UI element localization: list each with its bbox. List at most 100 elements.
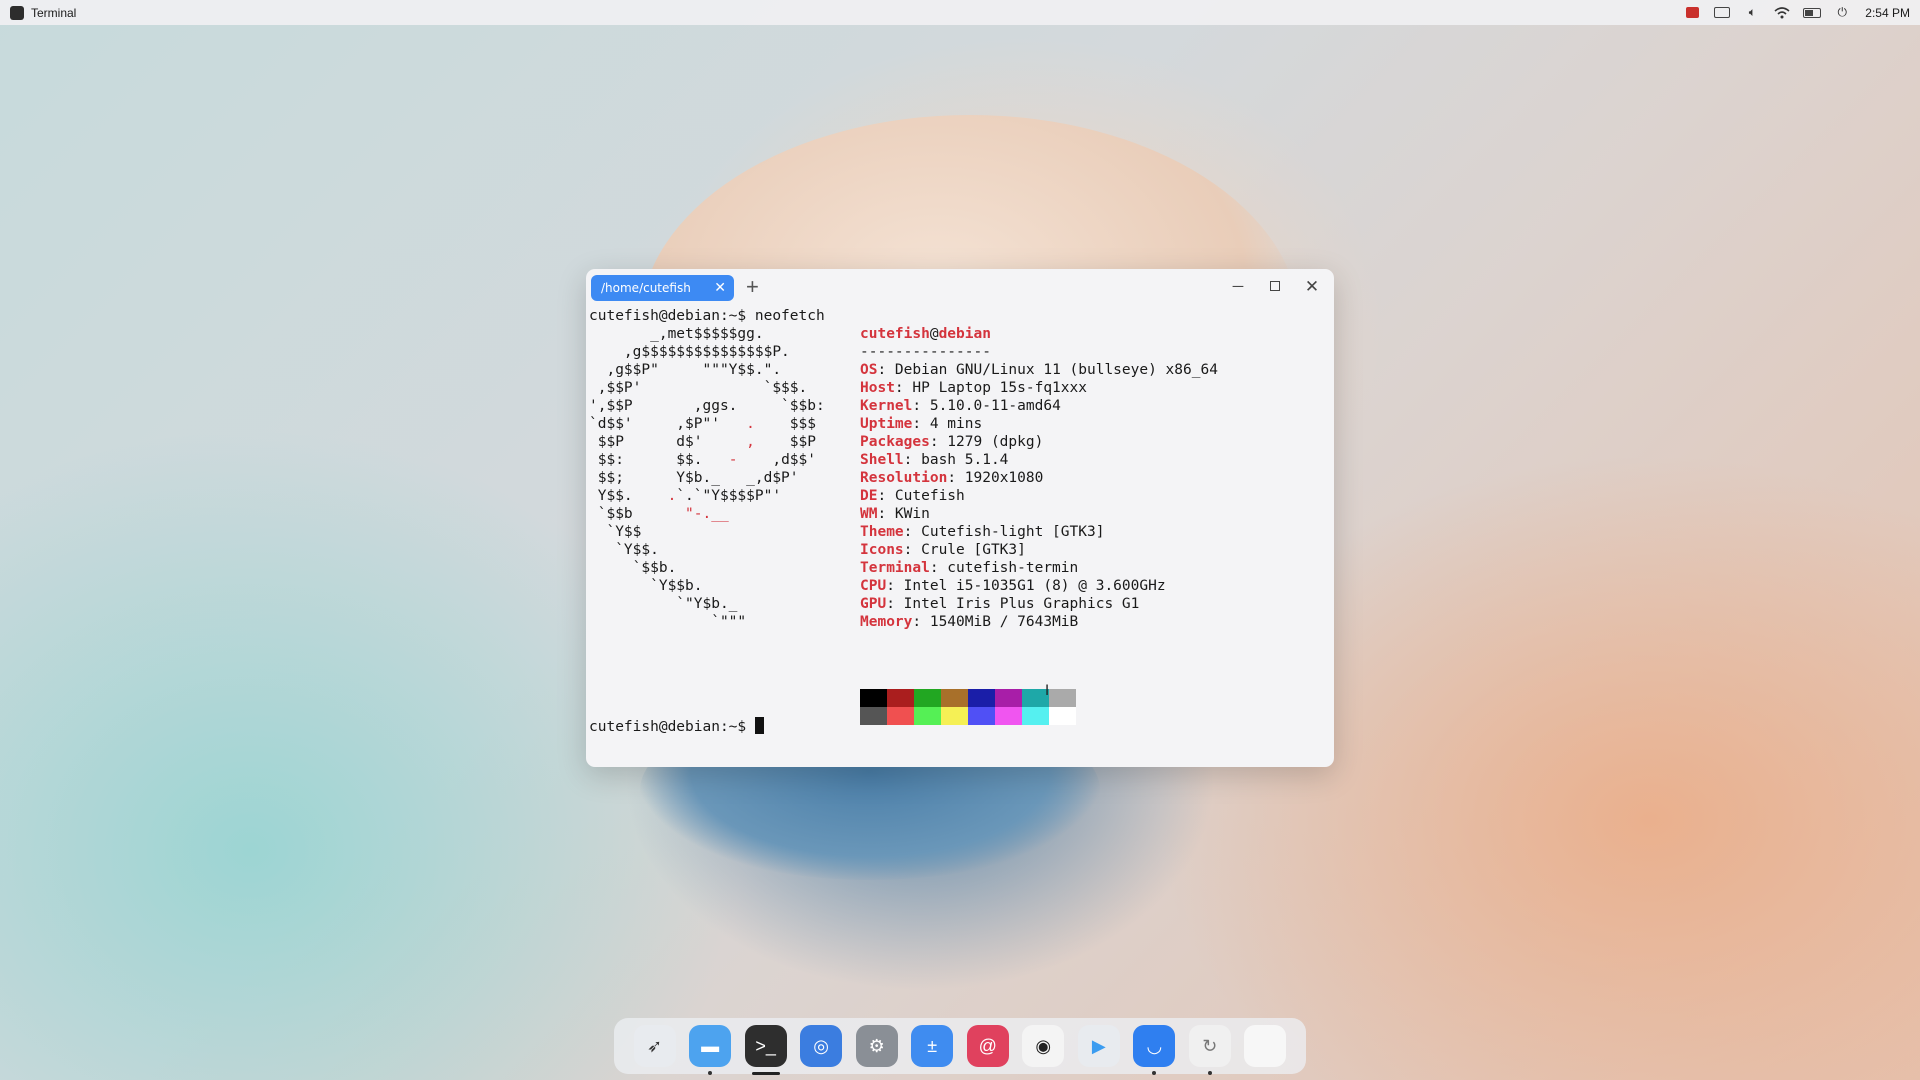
keyboard-icon[interactable] bbox=[1713, 6, 1731, 20]
terminal-window: /home/cutefish ✕ + ─ ✕ cutefish@debian:~… bbox=[586, 269, 1334, 767]
ascii-segment: `d$$' ,$P"' bbox=[589, 416, 747, 432]
volume-icon[interactable]: 🔈︎ bbox=[1743, 5, 1761, 20]
color-swatch bbox=[941, 689, 968, 707]
tab-home-cutefish[interactable]: /home/cutefish ✕ bbox=[591, 275, 734, 301]
terminal-icon[interactable]: >_ bbox=[744, 1025, 787, 1075]
color-swatch bbox=[860, 707, 887, 725]
flag-icon[interactable] bbox=[1683, 6, 1701, 20]
ascii-segment: ',$$P ,ggs. `$$b: bbox=[589, 398, 825, 414]
info-row-kernel: Kernel: 5.10.0-11-amd64 bbox=[860, 397, 1218, 415]
color-swatch bbox=[968, 689, 995, 707]
info-row-gpu: GPU: Intel Iris Plus Graphics G1 bbox=[860, 595, 1218, 613]
terminal-titlebar[interactable]: /home/cutefish ✕ + ─ ✕ bbox=[586, 269, 1334, 307]
ascii-line: `$$b "-.__ bbox=[589, 505, 825, 523]
ascii-line: `"Y$b._ bbox=[589, 595, 825, 613]
ascii-segment: . bbox=[667, 488, 677, 504]
file-manager-icon[interactable]: ▬ bbox=[689, 1025, 732, 1075]
browser-icon[interactable]: ◎ bbox=[800, 1025, 843, 1067]
debian-ascii-logo: _,met$$$$$gg. ,g$$$$$$$$$$$$$$$P. ,g$$P"… bbox=[589, 325, 825, 631]
info-value: : Intel Iris Plus Graphics G1 bbox=[886, 596, 1140, 612]
app-store-icon[interactable]: ◡ bbox=[1133, 1025, 1176, 1075]
active-indicator bbox=[751, 1072, 780, 1075]
info-row-terminal: Terminal: cutefish-termin bbox=[860, 559, 1218, 577]
maximize-button[interactable] bbox=[1266, 279, 1284, 295]
username: cutefish bbox=[860, 326, 930, 342]
text-cursor-icon: I bbox=[1045, 683, 1050, 699]
info-row-de: DE: Cutefish bbox=[860, 487, 1218, 505]
launcher-icon[interactable]: ➶ bbox=[633, 1025, 676, 1067]
info-value: : Debian GNU/Linux 11 (bullseye) x86_64 bbox=[877, 362, 1218, 378]
user-host-line: cutefish@debian bbox=[860, 325, 1218, 343]
settings-icon[interactable]: ⚙ bbox=[855, 1025, 898, 1067]
info-value: : 5.10.0-11-amd64 bbox=[912, 398, 1061, 414]
close-button[interactable]: ✕ bbox=[1303, 278, 1321, 295]
software-update-icon[interactable]: ↻ bbox=[1188, 1025, 1231, 1075]
active-app-name[interactable]: Terminal bbox=[31, 6, 76, 20]
ascii-line: `Y$$b. bbox=[589, 577, 825, 595]
ascii-line: ,$$P' `$$$. bbox=[589, 379, 825, 397]
info-row-icons: Icons: Crule [GTK3] bbox=[860, 541, 1218, 559]
info-key: Icons bbox=[860, 542, 904, 558]
ascii-segment: $$P d$' bbox=[589, 434, 747, 450]
info-value: : Crule [GTK3] bbox=[903, 542, 1026, 558]
ascii-segment: `Y$$b. bbox=[589, 578, 703, 594]
info-row-memory: Memory: 1540MiB / 7643MiB bbox=[860, 613, 1218, 631]
ascii-segment: `"Y$$$$P"' bbox=[693, 488, 782, 504]
ascii-segment: Y$$. bbox=[589, 488, 668, 504]
prompt-line[interactable]: cutefish@debian:~$ bbox=[589, 717, 764, 736]
color-swatch bbox=[995, 707, 1022, 725]
power-icon[interactable]: ⏻ bbox=[1833, 5, 1851, 20]
color-swatch bbox=[995, 689, 1022, 707]
info-key: Shell bbox=[860, 452, 904, 468]
screenshot-icon[interactable]: ◉ bbox=[1022, 1025, 1065, 1067]
command-line: cutefish@debian:~$ neofetch bbox=[589, 308, 825, 324]
running-indicator bbox=[708, 1071, 713, 1075]
ascii-line: $$: $$. - ,d$$' bbox=[589, 451, 825, 469]
ascii-line: Y$$. .`.`"Y$$$$P"' bbox=[589, 487, 825, 505]
info-key: Terminal bbox=[860, 560, 930, 576]
trash-icon[interactable] bbox=[1244, 1025, 1287, 1067]
minimize-button[interactable]: ─ bbox=[1229, 279, 1247, 295]
maximize-icon bbox=[1270, 281, 1280, 291]
info-key: Memory bbox=[860, 614, 913, 630]
ascii-line: ',$$P ,ggs. `$$b: bbox=[589, 397, 825, 415]
info-key: Host bbox=[860, 380, 895, 396]
ascii-segment: `$$b. bbox=[589, 560, 677, 576]
info-key: GPU bbox=[860, 596, 887, 612]
terminal-output[interactable]: cutefish@debian:~$ neofetch _,met$$$$$gg… bbox=[589, 307, 1329, 765]
color-palette bbox=[860, 689, 1076, 725]
ascii-line: `Y$$ bbox=[589, 523, 825, 541]
color-swatch bbox=[1049, 689, 1076, 707]
info-value: : cutefish-termin bbox=[929, 560, 1079, 576]
ascii-segment: . bbox=[746, 416, 755, 432]
info-value: : 4 mins bbox=[912, 416, 983, 432]
prompt-text: cutefish@debian:~$ bbox=[589, 719, 755, 735]
info-row-shell: Shell: bash 5.1.4 bbox=[860, 451, 1218, 469]
clock[interactable]: 2:54 PM bbox=[1865, 6, 1910, 20]
ascii-line: `""" bbox=[589, 613, 825, 631]
close-tab-icon[interactable]: ✕ bbox=[714, 280, 726, 296]
ascii-line: _,met$$$$$gg. bbox=[589, 325, 825, 343]
calculator-icon[interactable]: ± bbox=[911, 1025, 954, 1067]
new-tab-button[interactable]: + bbox=[746, 276, 759, 298]
terminal-app-icon bbox=[10, 5, 24, 20]
ascii-segment: "-.__ bbox=[685, 506, 729, 522]
color-swatch bbox=[1049, 707, 1076, 725]
info-key: OS bbox=[860, 362, 878, 378]
battery-icon[interactable] bbox=[1803, 6, 1822, 20]
ascii-segment: `"Y$b._ bbox=[589, 596, 738, 612]
ascii-segment: `""" bbox=[589, 614, 747, 630]
wifi-icon[interactable] bbox=[1773, 6, 1791, 20]
info-row-cpu: CPU: Intel i5-1035G1 (8) @ 3.600GHz bbox=[860, 577, 1218, 595]
info-value: : bash 5.1.4 bbox=[903, 452, 1009, 468]
info-key: WM bbox=[860, 506, 878, 522]
info-key: Packages bbox=[860, 434, 930, 450]
info-row-wm: WM: KWin bbox=[860, 505, 1218, 523]
info-row-uptime: Uptime: 4 mins bbox=[860, 415, 1218, 433]
info-value: : Cutefish bbox=[877, 488, 965, 504]
video-player-icon[interactable]: ▶ bbox=[1077, 1025, 1120, 1067]
ascii-line: `Y$$. bbox=[589, 541, 825, 559]
ascii-line: $$P d$' , $$P bbox=[589, 433, 825, 451]
debian-icon[interactable]: @ bbox=[966, 1025, 1009, 1067]
ascii-segment: $$; Y$b._ _,d$P' bbox=[589, 470, 799, 486]
